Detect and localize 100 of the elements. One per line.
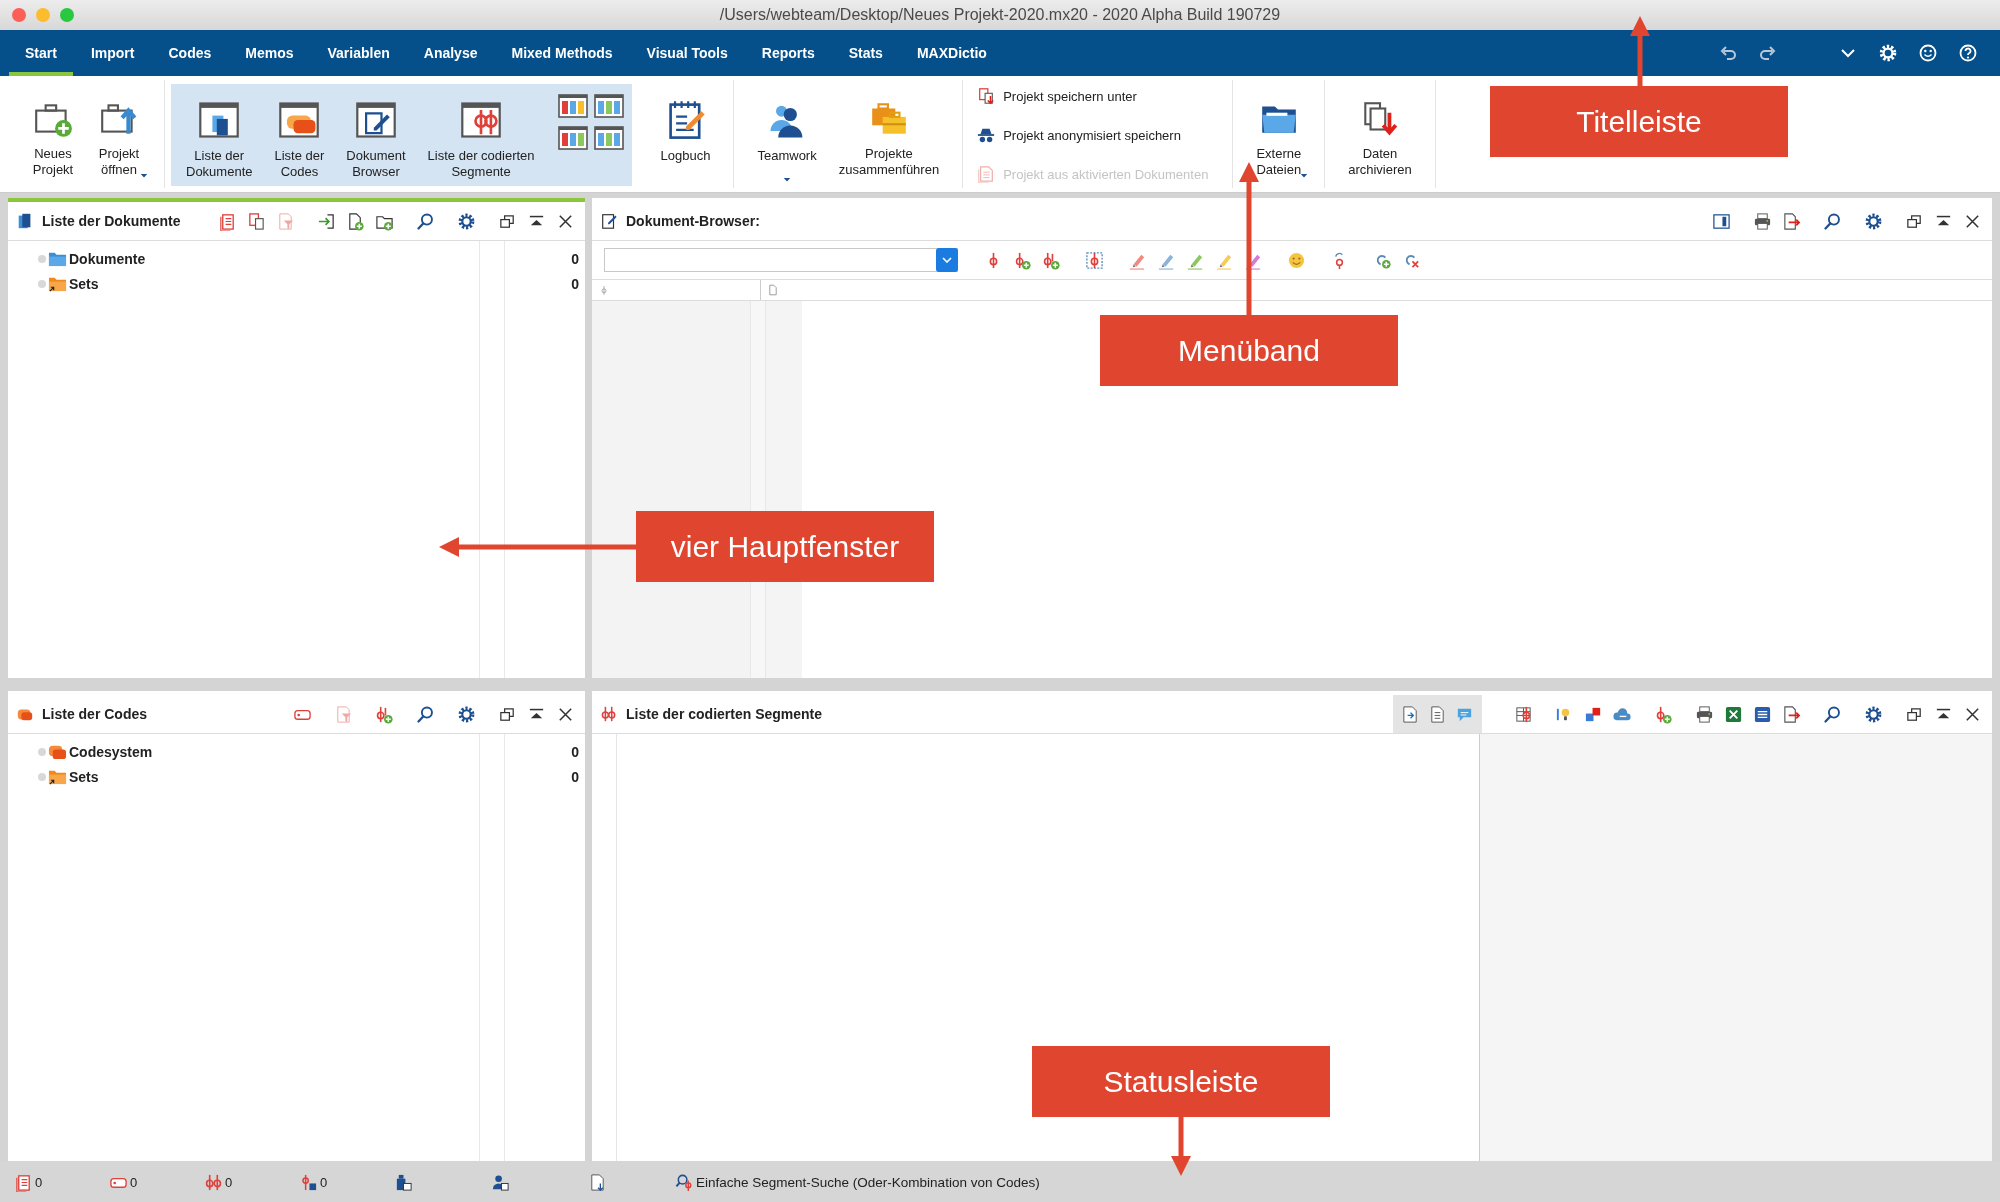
ribbon-tab[interactable]: Variablen <box>311 30 406 76</box>
panel-title: Liste der Codes <box>42 706 148 722</box>
settings-icon[interactable] <box>1878 43 1898 63</box>
panel-title: Liste der codierten Segmente <box>626 706 823 722</box>
ribbon-button[interactable]: Teamwork <box>746 86 828 182</box>
ribbon-tab[interactable]: Analyse <box>407 30 494 76</box>
status-count: 0 <box>320 1174 328 1190</box>
code-icon <box>600 284 608 296</box>
select-code-icon[interactable] <box>1085 250 1104 270</box>
search-icon[interactable] <box>1823 211 1842 231</box>
search-mode-label: Einfache Segment-Suche (Oder-Kombination von Codes) <box>696 1174 1040 1190</box>
emoji-icon[interactable] <box>1287 250 1306 270</box>
ribbon-tab[interactable]: Visual Tools <box>630 30 744 76</box>
status-count: 0 <box>130 1174 138 1190</box>
tree-item[interactable]: Sets <box>69 768 99 785</box>
status-count: 0 <box>225 1174 233 1190</box>
code-icon <box>299 1172 318 1192</box>
layout-icon[interactable] <box>593 126 624 150</box>
ribbon-button[interactable]: Dokument Browser <box>335 86 417 184</box>
ribbon-button[interactable]: Logbuch <box>649 86 722 182</box>
code-icon <box>600 705 618 723</box>
ribbon-tab[interactable]: MAXDictio <box>900 30 1003 76</box>
ribbon-button[interactable]: Liste der Codes <box>263 86 336 184</box>
spreadsheet-icon[interactable] <box>1724 704 1743 724</box>
import-icon[interactable] <box>317 211 336 231</box>
document-icon[interactable] <box>588 1172 607 1192</box>
ribbon-tab[interactable]: Reports <box>745 30 831 76</box>
incognito-icon <box>977 126 996 144</box>
document-dropdown[interactable] <box>604 248 958 272</box>
briefcase-icon[interactable] <box>394 1172 413 1192</box>
undo-icon[interactable] <box>1718 43 1738 63</box>
ribbon-tab[interactable]: Memos <box>229 30 310 76</box>
search-code-icon[interactable] <box>675 1172 694 1192</box>
ribbon-button[interactable]: Liste der codierten Segmente <box>416 86 546 184</box>
document-icon <box>769 284 777 296</box>
layout-icon[interactable] <box>593 94 624 118</box>
ribbon-tab[interactable]: Codes <box>152 30 228 76</box>
search-icon[interactable] <box>416 704 435 724</box>
add-code-icon[interactable] <box>375 704 394 724</box>
ribbon-button[interactable]: Daten archivieren <box>1337 86 1423 182</box>
ribbon-tab[interactable]: Stats <box>832 30 899 76</box>
expand-dot[interactable] <box>38 279 46 288</box>
ribbon-button[interactable]: Projekte zusammenführen <box>827 86 951 182</box>
settings-icon[interactable] <box>1864 704 1883 724</box>
person-icon[interactable] <box>491 1172 510 1192</box>
tree-item[interactable]: Dokumente <box>69 250 146 267</box>
add-code-icon[interactable] <box>1013 250 1032 270</box>
tree-item[interactable]: Sets <box>69 275 99 292</box>
ribbon-button[interactable]: Projekt öffnen <box>86 86 152 182</box>
search-icon[interactable] <box>416 211 435 231</box>
settings-icon[interactable] <box>1864 211 1883 231</box>
edit-document-icon <box>600 212 618 230</box>
expand-dot[interactable] <box>38 747 46 756</box>
redo-icon[interactable] <box>1758 43 1778 63</box>
panel-title: Dokument-Browser: <box>626 213 760 229</box>
add-code-icon[interactable] <box>1654 704 1673 724</box>
expand-dot[interactable] <box>38 772 46 781</box>
window-title: /Users/webteam/Desktop/Neues Projekt-2020.mx20 - 2020 Alpha Build 190729 <box>719 6 1281 24</box>
ribbon-tab[interactable]: Mixed Methods <box>495 30 629 76</box>
settings-icon[interactable] <box>457 211 476 231</box>
codes-icon <box>204 1172 223 1192</box>
ribbon-button[interactable]: Projekt speichern unter <box>977 84 1209 108</box>
save-as-icon <box>977 87 996 105</box>
document-icon <box>977 165 996 183</box>
tree-item[interactable]: Codesystem <box>69 743 153 760</box>
ribbon-button[interactable]: Liste der Dokumente <box>175 86 264 184</box>
document-icon[interactable] <box>218 211 237 231</box>
ribbon-button[interactable]: Neues Projekt <box>20 86 86 182</box>
text-document-icon[interactable] <box>1753 704 1772 724</box>
preview-icon[interactable] <box>1401 704 1420 724</box>
arrow <box>1171 1117 1191 1176</box>
chevron-down-icon <box>942 257 952 263</box>
panel-title: Liste der Dokumente <box>42 213 181 229</box>
arrow <box>1630 16 1650 86</box>
printer-icon[interactable] <box>1753 211 1772 231</box>
add-code-icon[interactable] <box>1042 250 1061 270</box>
ribbon-button[interactable]: Externe Dateien <box>1245 86 1313 182</box>
search-icon[interactable] <box>1823 704 1842 724</box>
item-count: 0 <box>571 768 579 785</box>
printer-icon[interactable] <box>1695 704 1714 724</box>
help-icon[interactable] <box>1958 43 1978 63</box>
document-icon[interactable] <box>1428 704 1447 724</box>
layout-icon[interactable] <box>557 94 588 118</box>
ribbon-button[interactable]: Projekt anonymisiert speichern <box>977 123 1209 147</box>
callout-label: vier Hauptfenster <box>636 511 934 582</box>
new-document-icon[interactable] <box>346 211 365 231</box>
smiley-icon[interactable] <box>1918 43 1938 63</box>
layout-icon[interactable] <box>557 126 588 150</box>
callout-label: Titelleiste <box>1490 86 1788 157</box>
ribbon-tab[interactable]: Import <box>74 30 151 76</box>
export-icon[interactable] <box>1782 211 1801 231</box>
panel-icon[interactable] <box>1712 211 1731 231</box>
expand-dot[interactable] <box>38 254 46 263</box>
documents-icon[interactable] <box>247 211 266 231</box>
status-count: 0 <box>35 1174 43 1190</box>
settings-icon[interactable] <box>457 704 476 724</box>
item-count: 0 <box>571 743 579 760</box>
export-icon[interactable] <box>1782 704 1801 724</box>
table-icon[interactable] <box>1514 704 1533 724</box>
item-count: 0 <box>571 250 579 267</box>
